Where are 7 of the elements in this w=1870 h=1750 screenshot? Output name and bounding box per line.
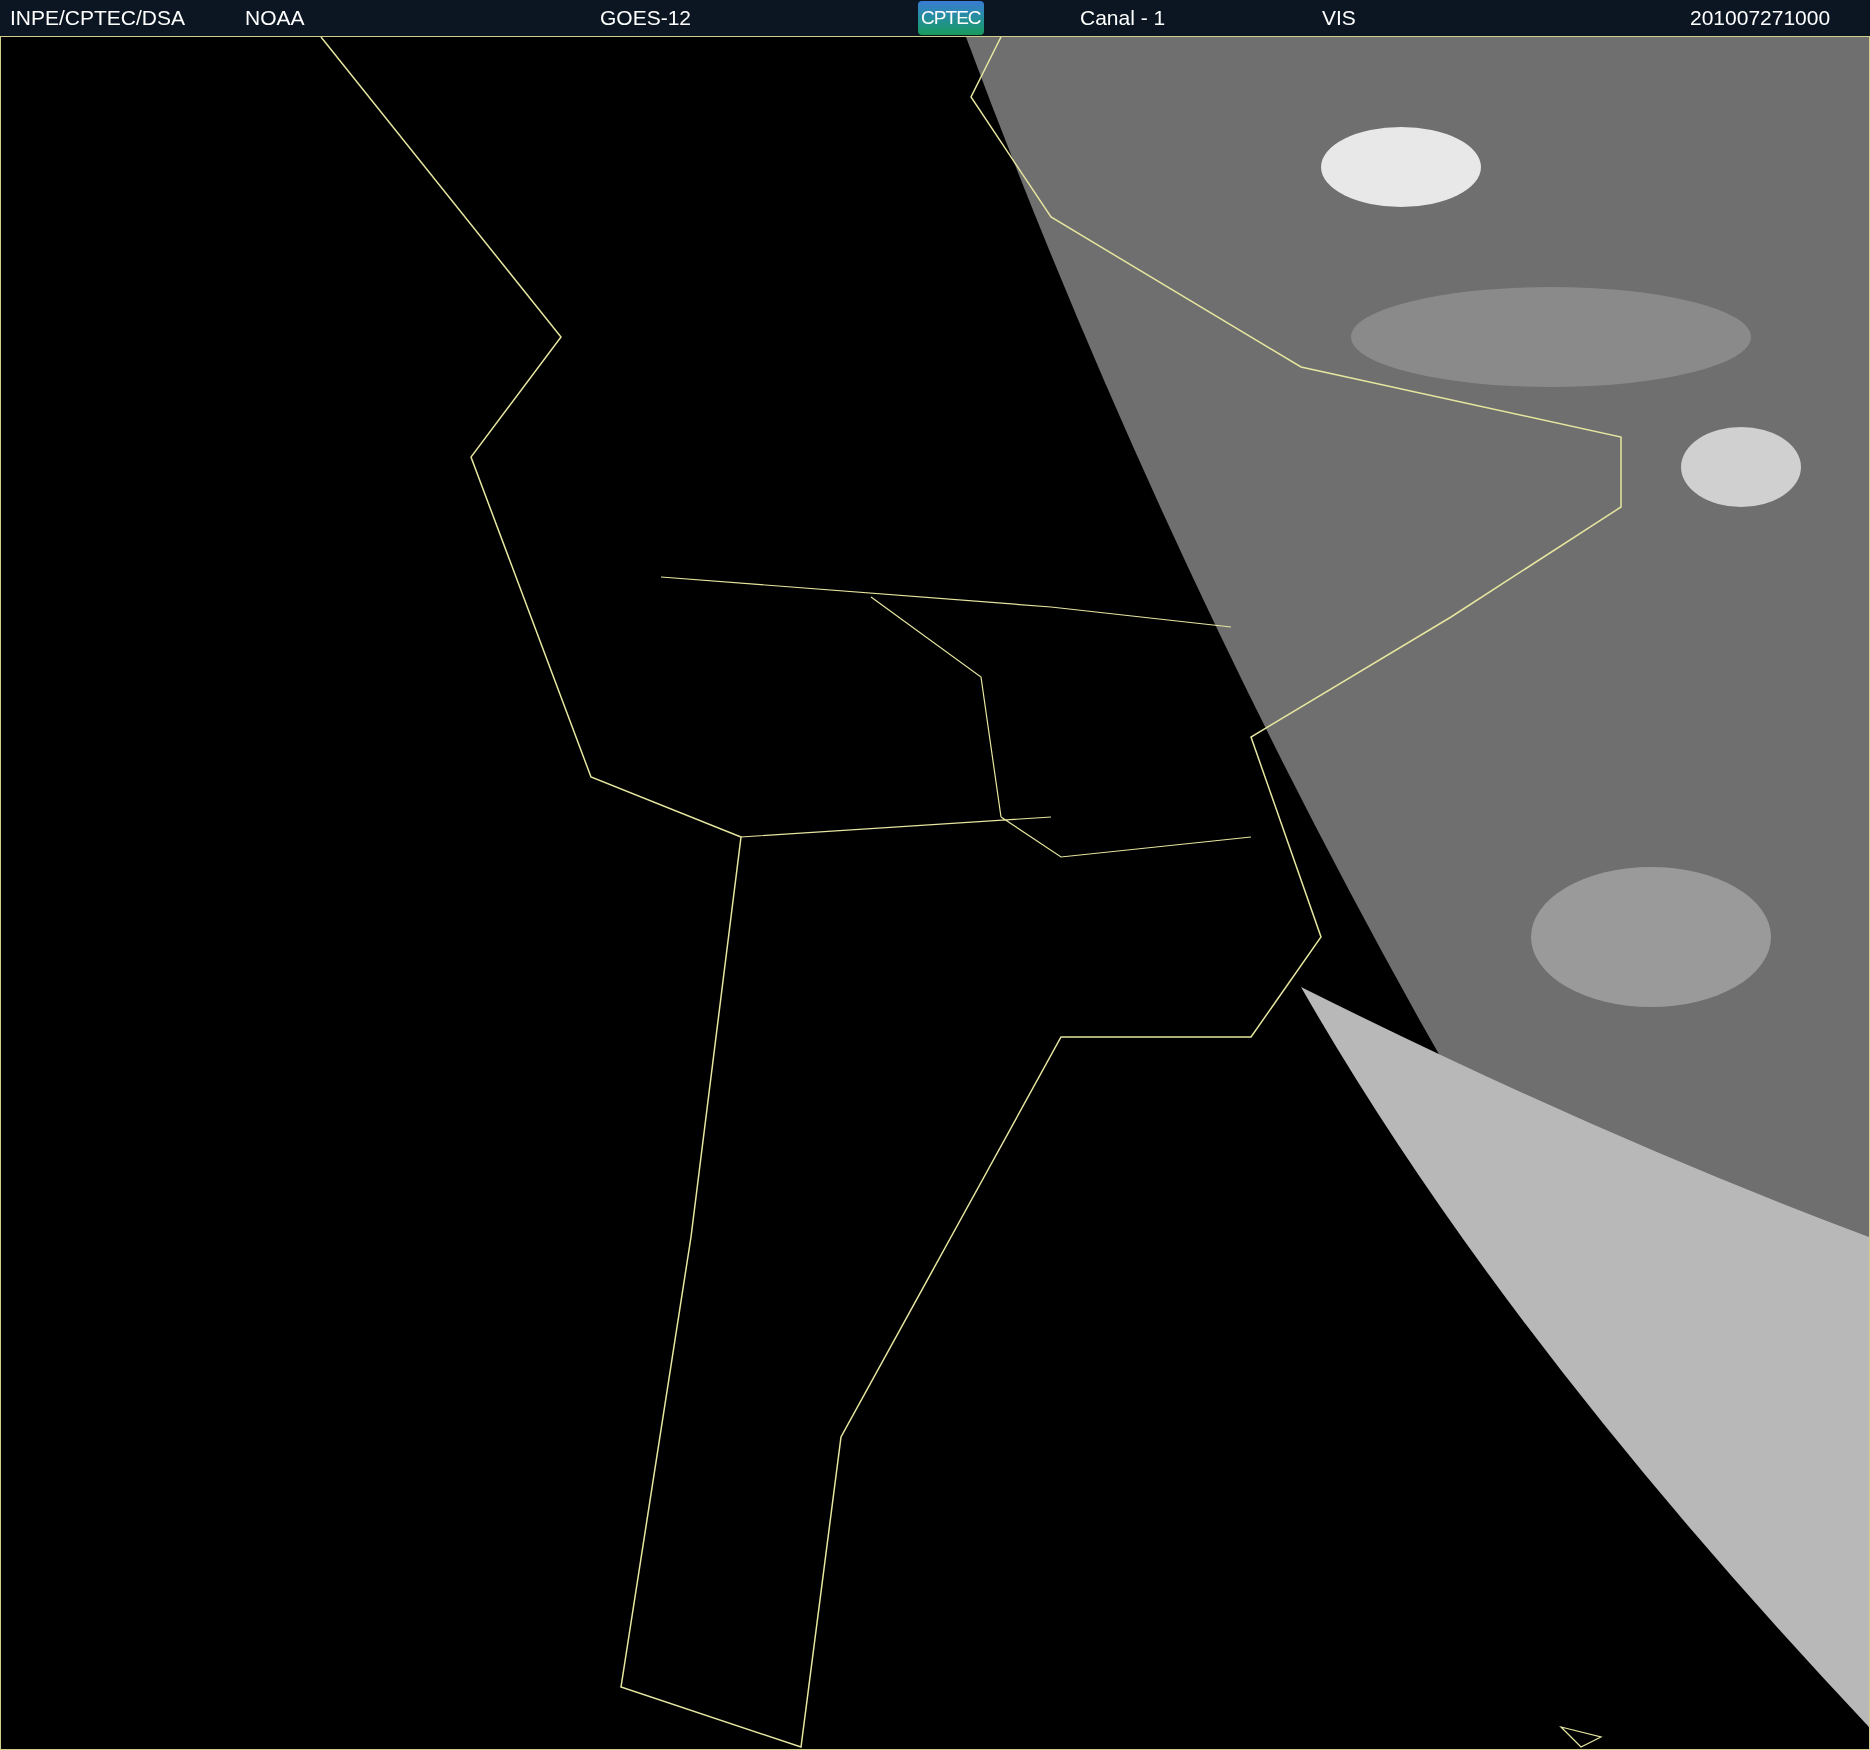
logo: CPTEC: [918, 1, 984, 35]
header-label: 201007271000: [1690, 5, 1831, 31]
header-label: NOAA: [245, 5, 305, 31]
header-label: INPE/CPTEC/DSA: [10, 5, 186, 31]
header-label: VIS: [1322, 5, 1356, 31]
header-label: Canal - 1: [1080, 5, 1166, 31]
header-label: GOES-12: [600, 5, 692, 31]
